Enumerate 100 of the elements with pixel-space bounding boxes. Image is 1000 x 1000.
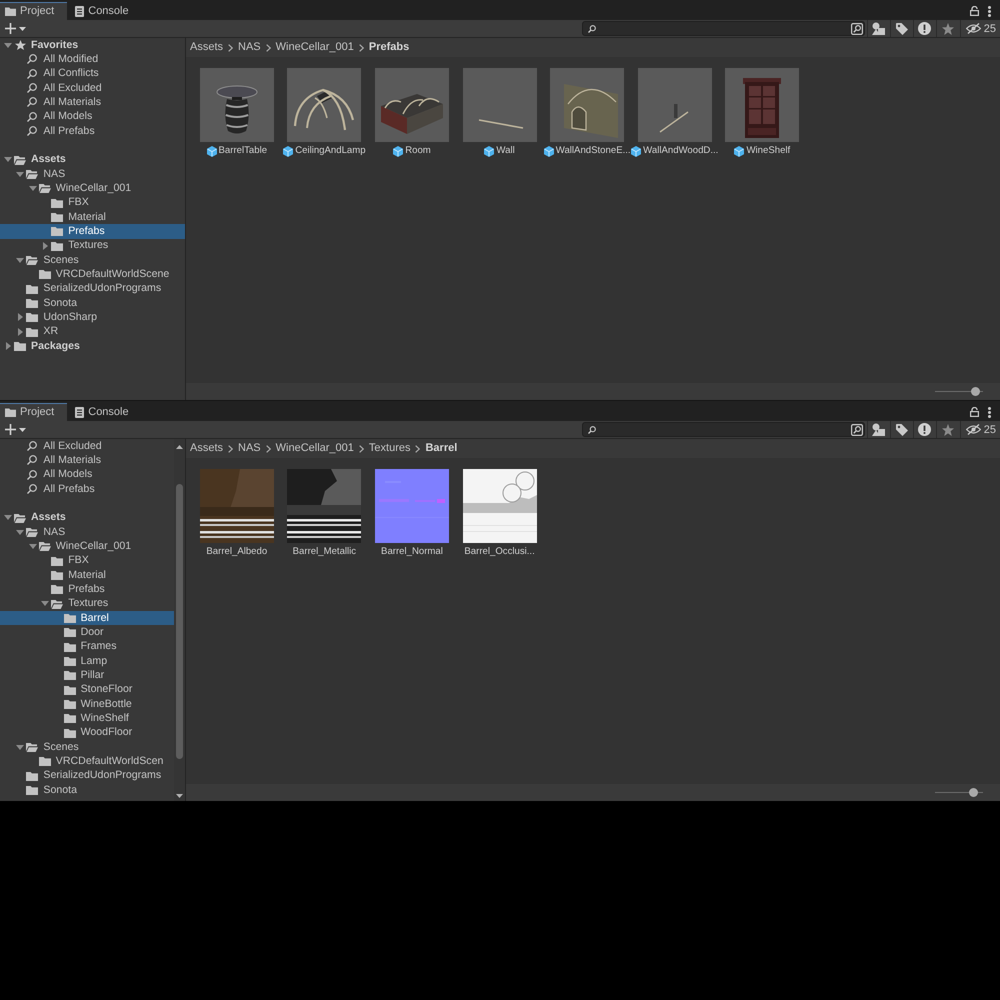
breadcrumb-item[interactable]: Textures (368, 440, 410, 457)
tree-item[interactable]: All Prefabs (43, 482, 95, 496)
caret-down-icon[interactable] (4, 515, 12, 520)
tree-item[interactable]: WineCellar_001 (56, 540, 132, 553)
asset-name[interactable]: Barrel_Normal (381, 546, 443, 558)
caret-down-icon[interactable] (28, 186, 37, 191)
asset-name[interactable]: Barrel_Albedo (206, 546, 268, 558)
tree-item[interactable]: Pillar (80, 668, 104, 682)
caret-down-icon[interactable] (41, 601, 50, 606)
caret-down-icon[interactable] (4, 157, 12, 162)
tree-item[interactable]: All Materials (43, 96, 102, 109)
tree-item[interactable]: Prefabs (68, 582, 105, 596)
arched-wall-drawing[interactable] (550, 68, 624, 142)
shelf-drawing[interactable] (725, 68, 800, 142)
tree-item[interactable]: FBX (68, 196, 89, 210)
panel-tab[interactable]: Console (67, 403, 142, 421)
asset-name[interactable]: CeilingAndLamp (295, 145, 366, 157)
tree-item[interactable]: All Models (43, 110, 92, 124)
tree-item[interactable]: Packages (31, 340, 80, 353)
slider-thumb[interactable] (971, 387, 980, 396)
breadcrumb-item[interactable]: Assets (190, 39, 224, 56)
tree-item[interactable]: Assets (31, 153, 66, 166)
tree-item[interactable]: Textures (68, 597, 108, 610)
hidden-packages-button[interactable]: 25 (960, 421, 1000, 438)
lock-icon[interactable] (970, 6, 979, 16)
wood-texture-drawing[interactable] (200, 469, 274, 543)
scrollbar-thumb[interactable] (176, 484, 183, 759)
caret-down-icon[interactable] (4, 42, 12, 48)
framed-search-icon[interactable] (850, 22, 863, 34)
scroll-up-icon[interactable] (176, 445, 183, 449)
asset-name[interactable]: WallAndWoodD... (643, 145, 718, 157)
asset-name[interactable]: Wall (496, 145, 515, 157)
more-menu-icon[interactable] (988, 406, 991, 418)
asset-name[interactable]: Barrel_Occlusi... (464, 546, 535, 558)
tree-item[interactable]: NAS (43, 168, 66, 181)
slider-thumb[interactable] (968, 788, 978, 797)
caret-right-icon[interactable] (18, 328, 23, 336)
tree-item[interactable]: Prefabs (68, 224, 105, 238)
tree-item[interactable]: SerializedUdonPrograms (43, 769, 162, 782)
asset-name[interactable]: WallAndStoneE... (556, 145, 631, 157)
tree-item[interactable]: All Conflicts (43, 67, 99, 80)
more-menu-icon[interactable] (988, 6, 991, 16)
tree-item[interactable]: Material (68, 568, 106, 582)
tree-item[interactable]: VRCDefaultWorldScen (56, 754, 164, 768)
panel-tab[interactable]: Project (0, 403, 68, 421)
tree-item[interactable]: Door (80, 626, 104, 639)
barrel-table-drawing[interactable] (200, 68, 274, 142)
asset-name[interactable]: WineShelf (746, 145, 790, 157)
tree-item[interactable]: FBX (68, 554, 89, 568)
tree-item[interactable]: WoodFloor (80, 726, 132, 740)
metal-texture-drawing[interactable] (287, 469, 362, 543)
tree-item[interactable]: Scenes (43, 740, 79, 754)
panel-tab[interactable]: Console (67, 2, 142, 20)
caret-down-icon[interactable] (16, 744, 24, 750)
tree-item[interactable]: All Excluded (43, 82, 102, 95)
create-button[interactable] (5, 424, 26, 435)
tree-item[interactable]: Material (68, 210, 106, 224)
asset-name[interactable]: Room (405, 145, 431, 157)
tree-item[interactable]: All Prefabs (43, 124, 95, 138)
search-field[interactable] (582, 422, 865, 437)
asset-name[interactable]: Barrel_Metallic (292, 546, 356, 558)
asset-name[interactable]: BarrelTable (218, 145, 268, 157)
tree-item[interactable]: Sonota (43, 296, 77, 310)
breadcrumb-item[interactable]: Prefabs (368, 39, 410, 56)
tree-item[interactable]: All Excluded (43, 440, 102, 453)
framed-search-icon[interactable] (850, 424, 863, 436)
hidden-packages-button[interactable]: 25 (960, 20, 1000, 37)
tree-item[interactable]: Assets (31, 511, 66, 524)
tree-item[interactable]: Scenes (43, 254, 79, 267)
panel-tab[interactable]: Project (0, 2, 68, 20)
tree-item[interactable]: NAS (43, 526, 66, 539)
caret-down-icon[interactable] (16, 172, 24, 177)
breadcrumb-item[interactable]: WineCellar_001 (276, 440, 354, 457)
breadcrumb-item[interactable]: WineCellar_001 (276, 39, 354, 56)
tree-item[interactable]: VRCDefaultWorldScene (56, 268, 170, 281)
tree-item[interactable]: Lamp (80, 654, 108, 668)
breadcrumb-item[interactable]: NAS (238, 39, 261, 56)
caret-down-icon[interactable] (16, 530, 24, 535)
tree-item[interactable]: Textures (68, 239, 108, 252)
tree-item[interactable]: SerializedUdonPrograms (43, 282, 162, 296)
caret-down-icon[interactable] (16, 258, 24, 263)
create-button[interactable] (5, 23, 26, 34)
breadcrumb-item[interactable]: NAS (238, 440, 261, 457)
tree-item[interactable]: WineShelf (80, 712, 129, 725)
tree-item[interactable]: Frames (80, 640, 116, 654)
arches-drawing[interactable] (287, 68, 362, 142)
tree-item[interactable]: WineCellar_001 (56, 182, 132, 195)
caret-right-icon[interactable] (6, 342, 10, 350)
tree-item[interactable]: All Modified (43, 52, 98, 66)
scroll-down-icon[interactable] (176, 794, 183, 798)
caret-down-icon[interactable] (28, 544, 37, 549)
breadcrumb-item[interactable]: Barrel (425, 440, 458, 457)
tree-item[interactable]: StoneFloor (80, 683, 132, 696)
tree-item[interactable]: All Materials (43, 454, 102, 467)
tree-item[interactable]: All Models (43, 468, 92, 482)
breadcrumb-item[interactable]: Assets (190, 440, 224, 457)
caret-right-icon[interactable] (42, 242, 48, 250)
search-field[interactable] (582, 21, 865, 36)
tree-item[interactable]: Barrel (80, 612, 109, 625)
tree-item[interactable]: Favorites (31, 38, 78, 52)
